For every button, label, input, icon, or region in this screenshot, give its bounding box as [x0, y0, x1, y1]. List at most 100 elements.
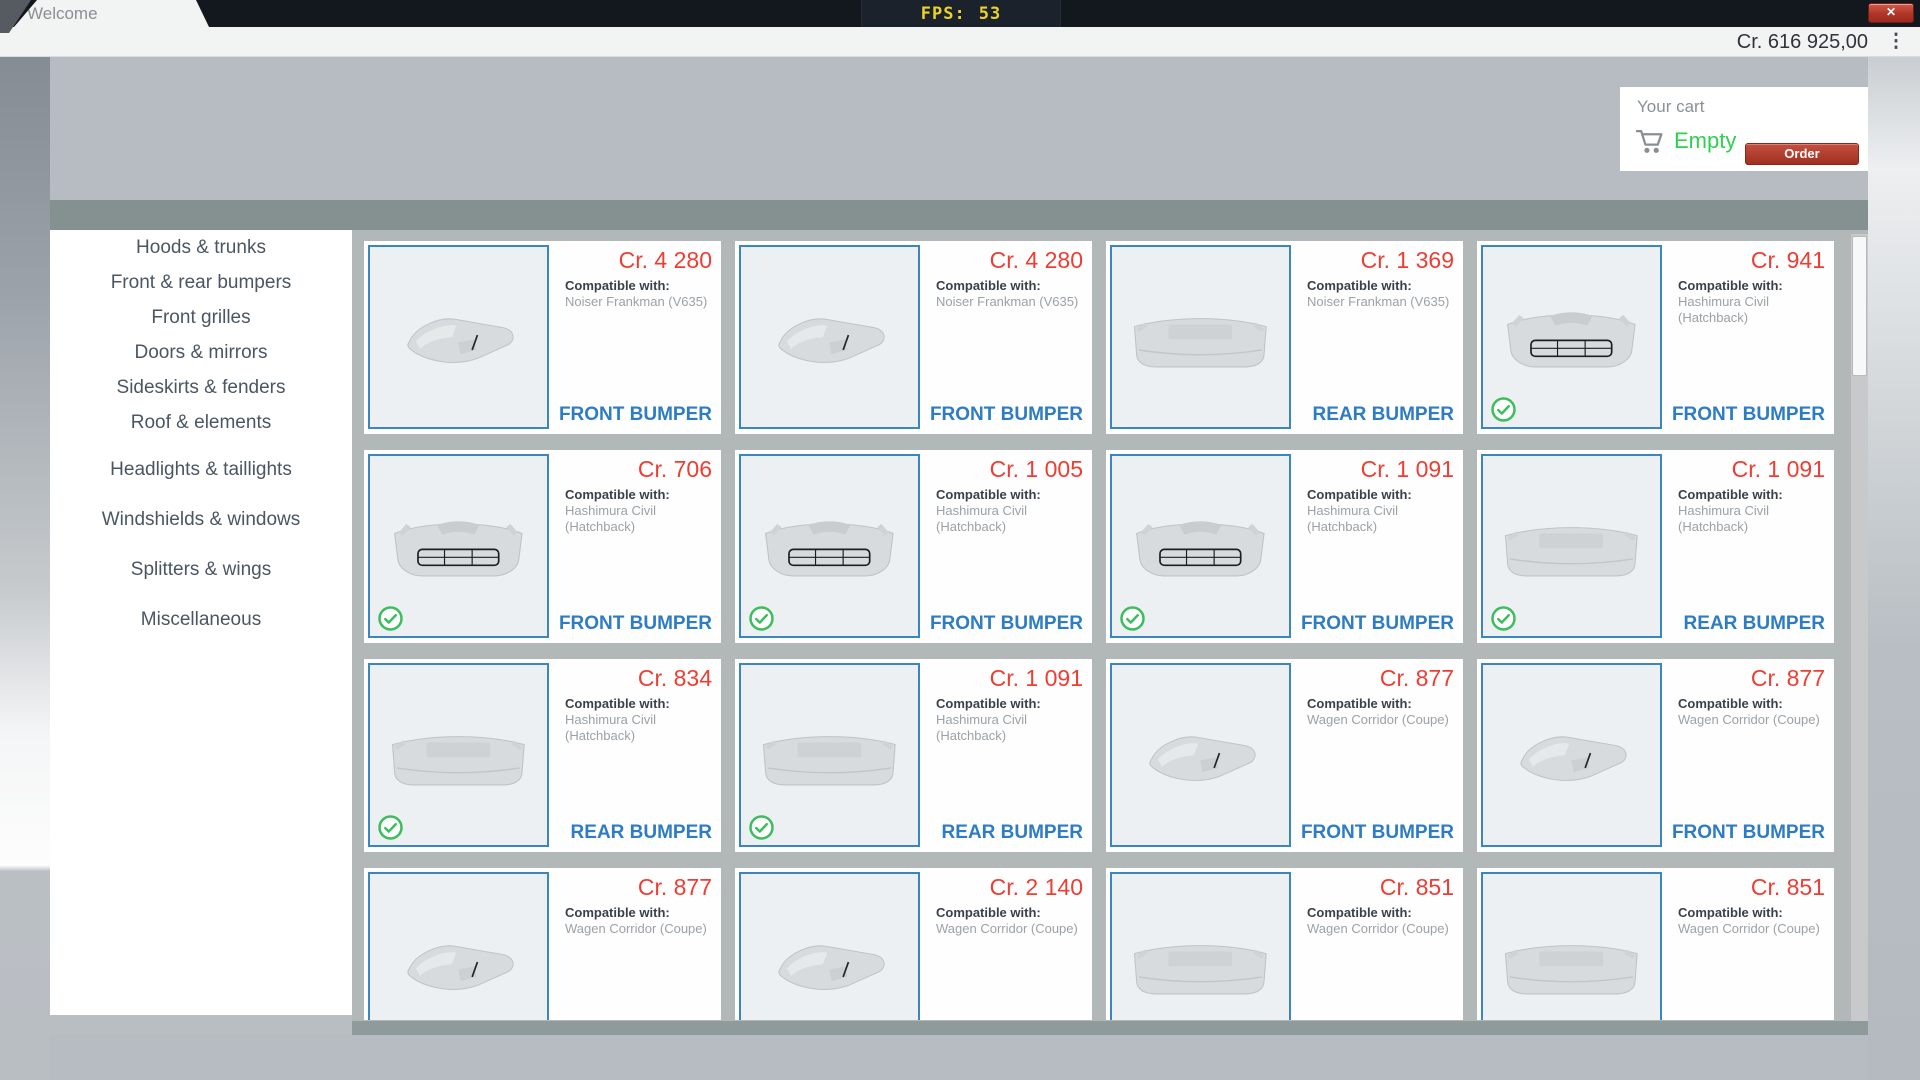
product-price: Cr. 1 091 — [990, 665, 1083, 692]
compatibility-vehicle: Noiser Frankman (V635) — [1307, 294, 1459, 310]
scrollbar-thumb[interactable] — [1852, 236, 1867, 376]
product-grid: Cr. 4 280 Compatible with: Noiser Frankm… — [364, 241, 1834, 1020]
product-card[interactable]: Cr. 1 005 Compatible with: Hashimura Civ… — [735, 450, 1092, 643]
compatibility-vehicle: Hashimura Civil — [1307, 503, 1459, 519]
compatibility-vehicle: Hashimura Civil — [936, 712, 1088, 728]
product-card[interactable]: Cr. 877 Compatible with: Wagen Corridor … — [364, 868, 721, 1020]
sidebar-item-sideskirts-fenders[interactable]: Sideskirts & fenders — [50, 370, 352, 405]
compatibility-block: Compatible with: Hashimura Civil (Hatchb… — [565, 487, 717, 535]
bumper-image — [1126, 485, 1275, 607]
compatibility-vehicle: Wagen Corridor (Coupe) — [1307, 712, 1459, 728]
shop-scrollbar — [1851, 234, 1868, 1021]
bumper-image — [1126, 694, 1275, 816]
compatibility-block: Compatible with: Hashimura Civil (Hatchb… — [936, 487, 1088, 535]
close-button[interactable]: ✕ — [1868, 3, 1914, 23]
product-price: Cr. 1 369 — [1361, 247, 1454, 274]
compatibility-block: Compatible with: Hashimura Civil (Hatchb… — [1307, 487, 1459, 535]
compatibility-vehicle: Hashimura Civil — [1678, 503, 1830, 519]
category-sidebar: Hoods & trunks Front & rear bumpers Fron… — [50, 230, 352, 1015]
owned-check-icon — [748, 814, 775, 841]
sidebar-item-hoods-trunks[interactable]: Hoods & trunks — [50, 230, 352, 265]
sidebar-item-roof-elements[interactable]: Roof & elements — [50, 405, 352, 440]
product-price: Cr. 1 091 — [1361, 456, 1454, 483]
shopping-cart-icon — [1634, 127, 1665, 156]
bumper-image — [384, 485, 533, 607]
product-price: Cr. 2 140 — [990, 874, 1083, 901]
sidebar-item-windshields-windows[interactable]: Windshields & windows — [50, 495, 352, 545]
product-price: Cr. 851 — [1380, 874, 1454, 901]
compatibility-vehicle-2: (Hatchback) — [936, 728, 1088, 744]
tab-welcome-label: Welcome — [27, 4, 98, 23]
cart-panel: Your cart Empty Order — [1620, 87, 1868, 171]
sidebar-item-splitters-wings[interactable]: Splitters & wings — [50, 545, 352, 595]
background-gradient-left — [0, 57, 50, 1080]
product-card[interactable]: Cr. 2 140 Compatible with: Wagen Corrido… — [735, 868, 1092, 1020]
product-thumbnail — [1110, 245, 1291, 429]
toolbar: Cr. 616 925,00 ⋮ — [0, 27, 1920, 57]
part-type-label: FRONT BUMPER — [1672, 822, 1825, 844]
compatibility-block: Compatible with: Hashimura Civil (Hatchb… — [936, 696, 1088, 744]
compatibility-vehicle-2: (Hatchback) — [936, 519, 1088, 535]
product-thumbnail — [1481, 663, 1662, 847]
bumper-image — [1497, 694, 1646, 816]
product-thumbnail — [1110, 663, 1291, 847]
background-gradient-right — [1868, 57, 1920, 1080]
fps-value: 53 — [979, 4, 1001, 24]
sidebar-item-doors-mirrors[interactable]: Doors & mirrors — [50, 335, 352, 370]
compatibility-vehicle: Wagen Corridor (Coupe) — [1307, 921, 1459, 937]
part-type-label: REAR BUMPER — [1684, 613, 1825, 635]
compatibility-label: Compatible with: — [936, 696, 1088, 712]
compatibility-block: Compatible with: Wagen Corridor (Coupe) — [936, 905, 1088, 937]
product-card[interactable]: Cr. 4 280 Compatible with: Noiser Frankm… — [735, 241, 1092, 434]
product-card[interactable]: Cr. 834 Compatible with: Hashimura Civil… — [364, 659, 721, 852]
product-thumbnail — [368, 872, 549, 1020]
product-card[interactable]: Cr. 1 091 Compatible with: Hashimura Civ… — [1477, 450, 1834, 643]
product-price: Cr. 877 — [1380, 665, 1454, 692]
product-card[interactable]: Cr. 941 Compatible with: Hashimura Civil… — [1477, 241, 1834, 434]
compatibility-vehicle-2: (Hatchback) — [565, 728, 717, 744]
compatibility-label: Compatible with: — [565, 487, 717, 503]
product-card[interactable]: Cr. 851 Compatible with: Wagen Corridor … — [1106, 868, 1463, 1020]
sidebar-below-filler — [50, 1015, 352, 1035]
compatibility-vehicle-2: (Hatchback) — [1678, 310, 1830, 326]
part-type-label: REAR BUMPER — [942, 822, 1083, 844]
owned-check-icon — [1490, 605, 1517, 632]
compatibility-label: Compatible with: — [565, 696, 717, 712]
owned-check-icon — [377, 814, 404, 841]
bumper-image — [384, 276, 533, 398]
product-card[interactable]: Cr. 4 280 Compatible with: Noiser Frankm… — [364, 241, 721, 434]
cart-status: Empty — [1674, 128, 1736, 154]
product-thumbnail — [739, 245, 920, 429]
compatibility-label: Compatible with: — [1678, 487, 1830, 503]
part-type-label: REAR BUMPER — [571, 822, 712, 844]
bumper-image — [755, 485, 904, 607]
part-type-label: FRONT BUMPER — [559, 404, 712, 426]
compatibility-label: Compatible with: — [1678, 905, 1830, 921]
menu-dots-icon[interactable]: ⋮ — [1886, 27, 1906, 57]
product-card[interactable]: Cr. 1 369 Compatible with: Noiser Frankm… — [1106, 241, 1463, 434]
part-type-label: FRONT BUMPER — [559, 613, 712, 635]
product-card[interactable]: Cr. 1 091 Compatible with: Hashimura Civ… — [735, 659, 1092, 852]
bumper-image — [755, 276, 904, 398]
product-card[interactable]: Cr. 877 Compatible with: Wagen Corridor … — [1477, 659, 1834, 852]
bumper-image — [1497, 276, 1646, 398]
compatibility-label: Compatible with: — [1307, 905, 1459, 921]
compatibility-block: Compatible with: Noiser Frankman (V635) — [936, 278, 1088, 310]
order-button[interactable]: Order — [1745, 143, 1859, 165]
product-card[interactable]: Cr. 877 Compatible with: Wagen Corridor … — [1106, 659, 1463, 852]
sidebar-item-front-grilles[interactable]: Front grilles — [50, 300, 352, 335]
product-card[interactable]: Cr. 1 091 Compatible with: Hashimura Civ… — [1106, 450, 1463, 643]
sidebar-item-front-rear-bumpers[interactable]: Front & rear bumpers — [50, 265, 352, 300]
product-card[interactable]: Cr. 706 Compatible with: Hashimura Civil… — [364, 450, 721, 643]
compatibility-block: Compatible with: Wagen Corridor (Coupe) — [565, 905, 717, 937]
product-card[interactable]: Cr. 851 Compatible with: Wagen Corridor … — [1477, 868, 1834, 1020]
product-thumbnail — [739, 872, 920, 1020]
compatibility-vehicle: Noiser Frankman (V635) — [565, 294, 717, 310]
sidebar-item-headlights-taillights[interactable]: Headlights & taillights — [50, 445, 352, 495]
compatibility-label: Compatible with: — [1307, 278, 1459, 294]
compatibility-label: Compatible with: — [565, 278, 717, 294]
sidebar-item-miscellaneous[interactable]: Miscellaneous — [50, 595, 352, 645]
bumper-image — [384, 694, 533, 816]
close-icon: ✕ — [1886, 5, 1896, 19]
compatibility-vehicle: Wagen Corridor (Coupe) — [936, 921, 1088, 937]
